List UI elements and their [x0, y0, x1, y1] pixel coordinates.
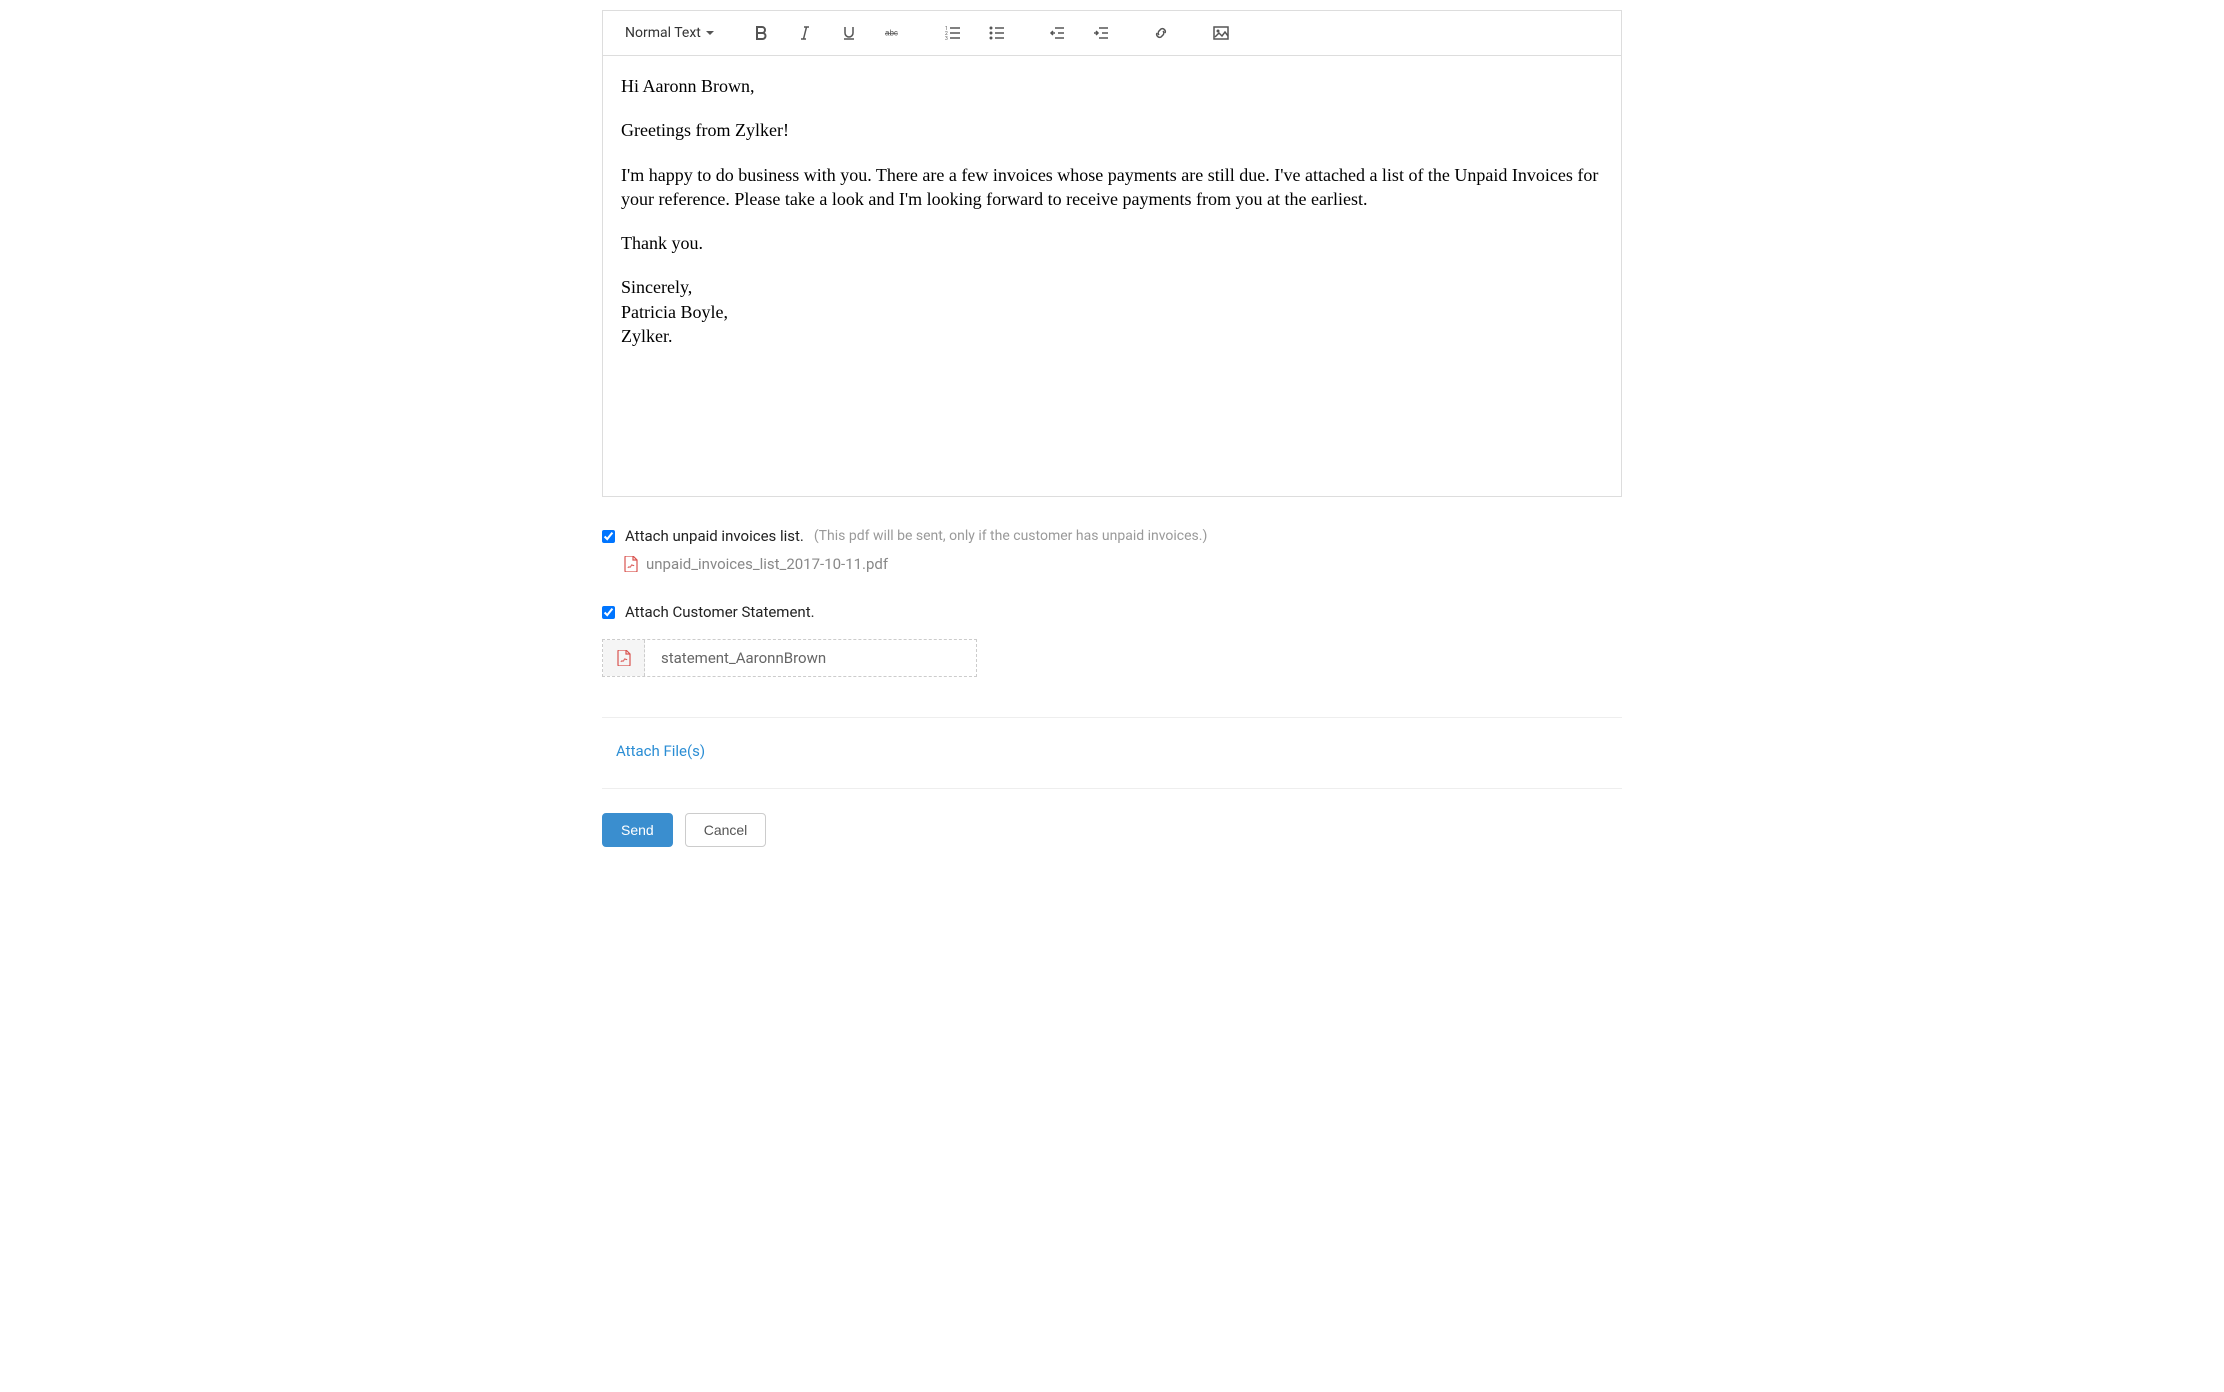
ordered-list-button[interactable]: 1 2 3: [935, 19, 971, 47]
body-line: Thank you.: [621, 231, 1603, 255]
pdf-file-icon: [617, 650, 631, 666]
statement-attachment-box[interactable]: statement_AaronnBrown: [602, 639, 977, 677]
image-button[interactable]: [1203, 19, 1239, 47]
attach-statement-label: Attach Customer Statement.: [625, 603, 815, 621]
action-buttons: Send Cancel: [602, 813, 1622, 847]
cancel-button[interactable]: Cancel: [685, 813, 767, 847]
underline-button[interactable]: [831, 19, 867, 47]
ordered-list-icon: 1 2 3: [945, 25, 961, 41]
send-button[interactable]: Send: [602, 813, 673, 847]
bold-button[interactable]: [743, 19, 779, 47]
svg-text:abc: abc: [885, 29, 898, 38]
image-icon: [1213, 25, 1229, 41]
attach-statement-checkbox[interactable]: [602, 606, 615, 619]
unpaid-pdf-filename: unpaid_invoices_list_2017-10-11.pdf: [646, 555, 888, 573]
italic-icon: [797, 25, 813, 41]
body-line: Hi Aaronn Brown,: [621, 74, 1603, 98]
body-line: Greetings from Zylker!: [621, 118, 1603, 142]
text-style-label: Normal Text: [625, 25, 701, 41]
pdf-file-icon: [624, 556, 638, 572]
unordered-list-button[interactable]: [979, 19, 1015, 47]
underline-icon: [841, 25, 857, 41]
attach-unpaid-label: Attach unpaid invoices list.: [625, 527, 804, 545]
outdent-button[interactable]: [1039, 19, 1075, 47]
divider: [602, 788, 1622, 789]
strikethrough-icon: abc: [885, 25, 901, 41]
attach-unpaid-invoices-row: Attach unpaid invoices list. (This pdf w…: [602, 527, 1622, 545]
chevron-down-icon: [705, 28, 715, 38]
link-icon: [1153, 25, 1169, 41]
link-button[interactable]: [1143, 19, 1179, 47]
statement-filename: statement_AaronnBrown: [645, 649, 976, 667]
body-line: Zylker.: [621, 324, 1603, 348]
unordered-list-icon: [989, 25, 1005, 41]
attach-files-link[interactable]: Attach File(s): [616, 742, 1622, 760]
body-line: I'm happy to do business with you. There…: [621, 163, 1603, 212]
divider: [602, 717, 1622, 718]
body-line: Patricia Boyle,: [621, 300, 1603, 324]
attach-statement-row: Attach Customer Statement.: [602, 603, 1622, 621]
statement-icon-wrap: [603, 640, 645, 676]
outdent-icon: [1049, 25, 1065, 41]
svg-text:3: 3: [945, 36, 948, 41]
email-editor: Normal Text abc 1 2: [602, 10, 1622, 497]
email-body[interactable]: Hi Aaronn Brown, Greetings from Zylker! …: [603, 56, 1621, 496]
italic-button[interactable]: [787, 19, 823, 47]
indent-button[interactable]: [1083, 19, 1119, 47]
strikethrough-button[interactable]: abc: [875, 19, 911, 47]
indent-icon: [1093, 25, 1109, 41]
bold-icon: [753, 25, 769, 41]
body-line: Sincerely,: [621, 275, 1603, 299]
editor-toolbar: Normal Text abc 1 2: [603, 11, 1621, 56]
text-style-dropdown[interactable]: Normal Text: [615, 21, 725, 45]
attach-unpaid-checkbox[interactable]: [602, 530, 615, 543]
attach-unpaid-hint: (This pdf will be sent, only if the cust…: [814, 528, 1207, 544]
unpaid-pdf-link[interactable]: unpaid_invoices_list_2017-10-11.pdf: [624, 555, 1622, 573]
